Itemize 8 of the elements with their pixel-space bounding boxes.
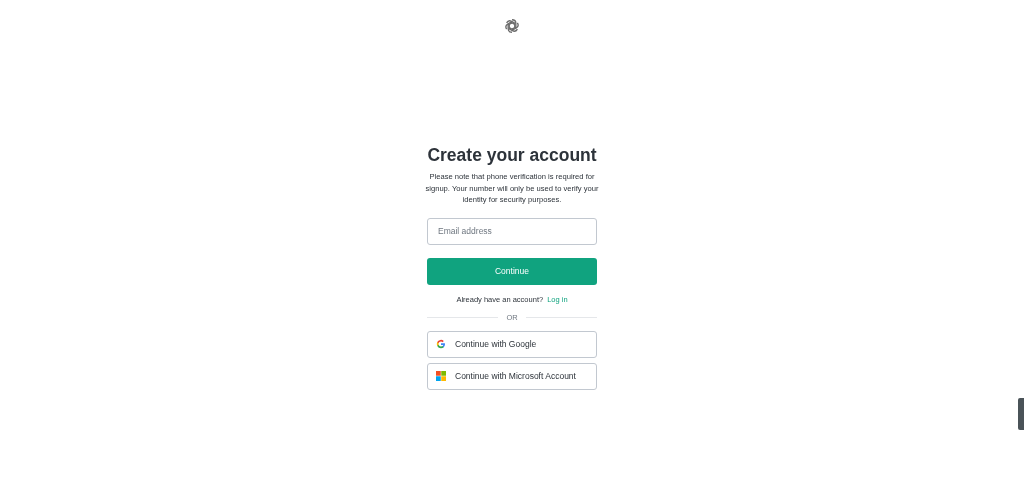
social-login-button[interactable]: Continue with Google <box>427 330 597 358</box>
logo-icon <box>502 16 522 36</box>
four-squares-icon <box>436 371 446 381</box>
email-field[interactable]: Email address <box>427 217 597 245</box>
page-heading: Create your account <box>427 145 597 166</box>
side-tab[interactable] <box>1018 398 1024 430</box>
social-login-button[interactable]: Continue with Microsoft Account <box>427 362 597 390</box>
google-icon <box>436 339 446 349</box>
